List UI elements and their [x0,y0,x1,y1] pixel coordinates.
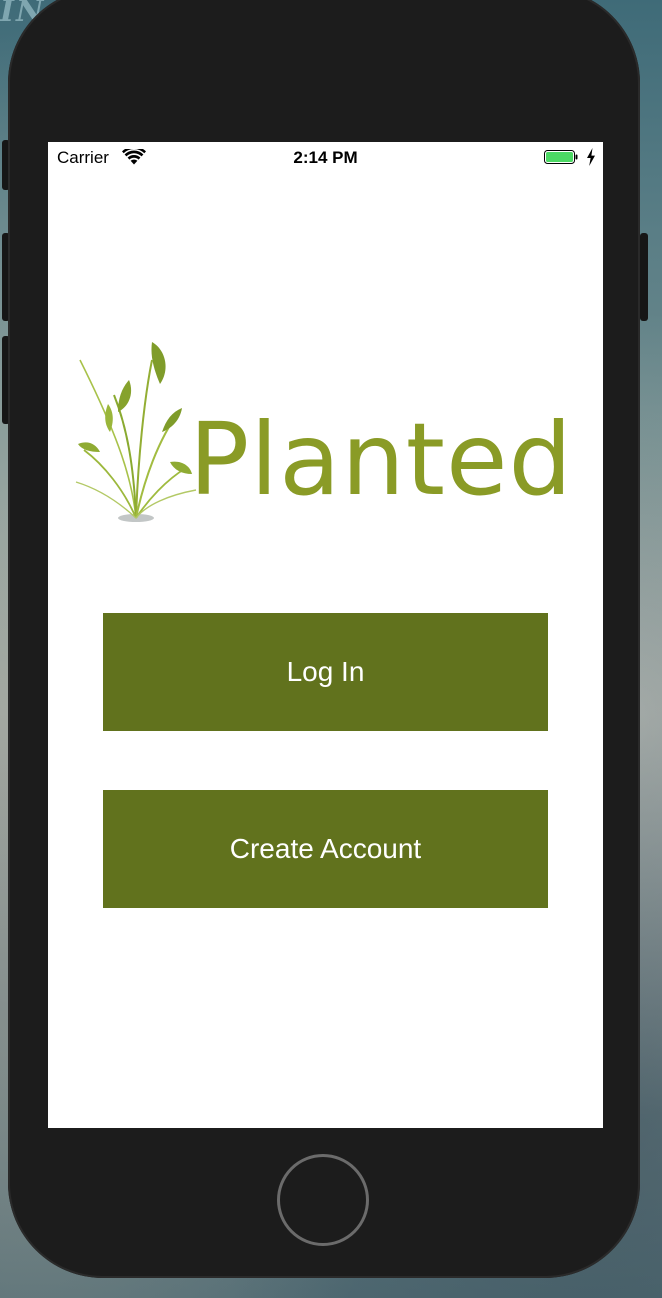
charging-bolt-icon [587,148,595,166]
login-button[interactable]: Log In [103,613,548,731]
app-screen: Carrier 2:14 PM Planted Log In Create Ac… [48,142,603,1128]
status-bar: Carrier 2:14 PM [48,142,603,172]
home-button[interactable] [277,1154,369,1246]
power-button [640,233,648,321]
logo-wordmark: Planted [189,401,573,518]
create-account-button[interactable]: Create Account [103,790,548,908]
plant-sprout-icon [75,342,197,522]
battery-full-icon [544,150,578,164]
clock-time: 2:14 PM [293,148,358,167]
planted-logo: Planted [74,340,572,530]
